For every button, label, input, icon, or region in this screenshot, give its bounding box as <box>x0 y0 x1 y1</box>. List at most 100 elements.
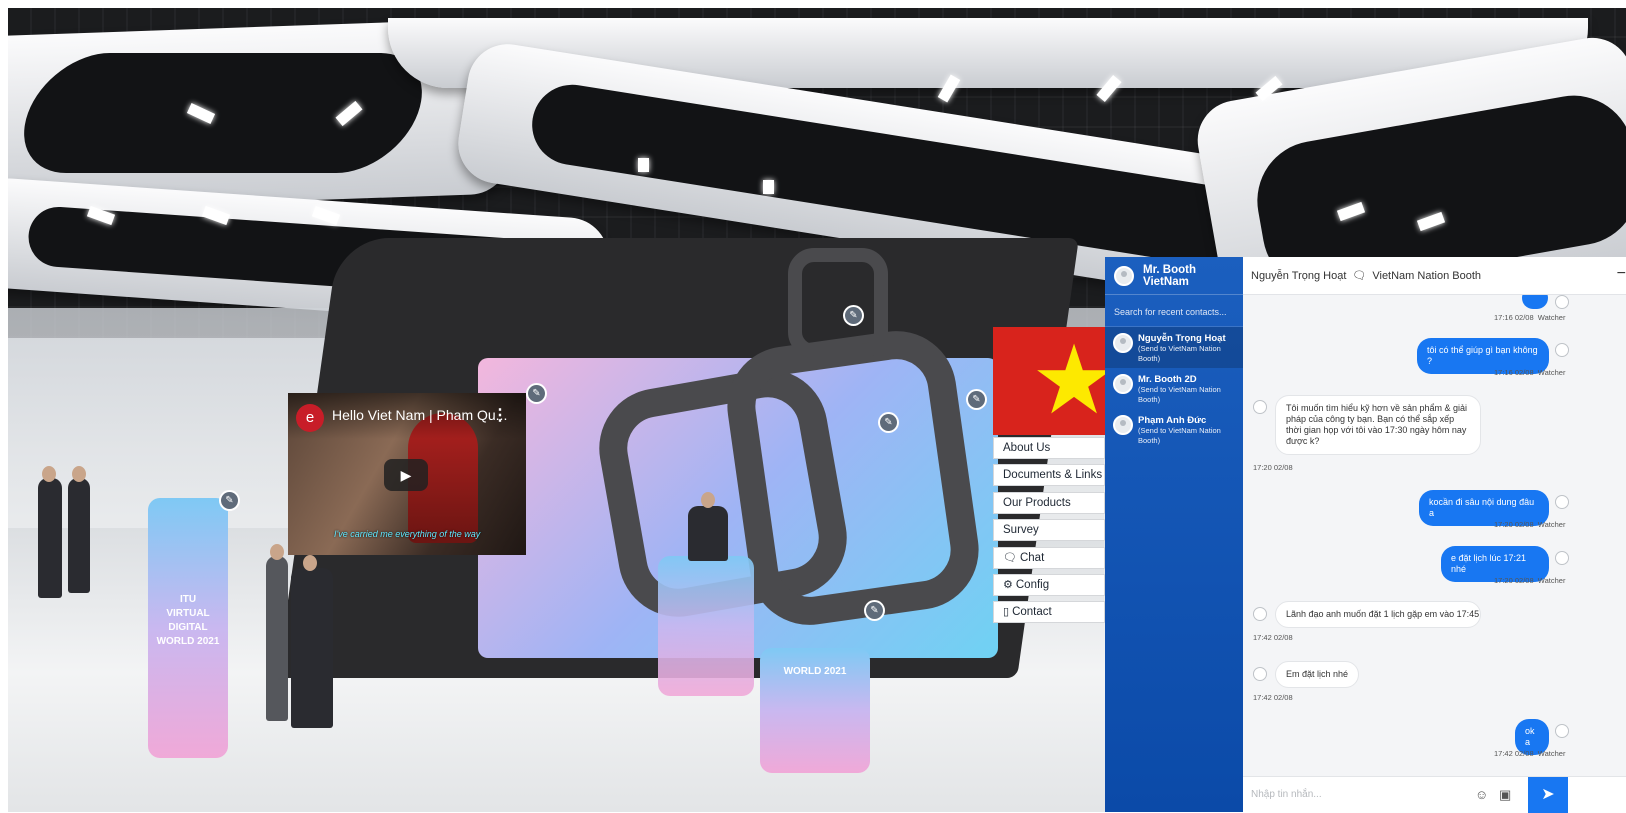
vietnam-flag: ★ <box>993 327 1113 435</box>
avatar <box>1114 265 1134 286</box>
contact-subtitle: (Send to VietNam Nation Booth) <box>1138 344 1221 363</box>
logo-frame <box>788 248 888 358</box>
edit-pencil-icon[interactable]: ✎ <box>221 492 238 509</box>
message-time-text: 17:16 02/08 <box>1494 368 1534 377</box>
documents-links-button[interactable]: Documents & Links <box>993 464 1105 487</box>
avatar <box>1253 667 1267 681</box>
star-icon: ★ <box>1031 327 1113 434</box>
send-icon: ➤ <box>1541 786 1555 803</box>
contact-label: Contact <box>1012 606 1052 619</box>
edit-pencil-icon[interactable]: ✎ <box>968 391 985 408</box>
chat-bubble-icon: 🗨 <box>1003 551 1017 564</box>
watchers-label: Watcher <box>1537 576 1566 585</box>
contact-subtitle: (Send to VietNam Nation Booth) <box>1138 385 1221 404</box>
chat-button[interactable]: 🗨 Chat <box>993 546 1105 569</box>
chat-conversation-panel: Nguyễn Trọng Hoạt 🗨 VietNam Nation Booth… <box>1243 257 1626 813</box>
visitor-figure <box>266 556 288 721</box>
avatar <box>1113 415 1133 435</box>
ceiling-light <box>638 158 649 172</box>
channel-logo[interactable]: e <box>296 404 324 432</box>
more-options-icon[interactable]: ⋮ <box>492 405 508 425</box>
play-button[interactable]: ▶ <box>384 459 428 491</box>
survey-button[interactable]: Survey <box>993 519 1105 542</box>
chat-bubble-icon: 🗨 <box>1352 270 1367 282</box>
contact-item[interactable]: Nguyễn Trọng Hoạt (Send to VietNam Natio… <box>1105 327 1243 368</box>
avatar <box>1253 607 1267 621</box>
watchers-label: Watcher <box>1537 520 1566 529</box>
our-products-button[interactable]: Our Products <box>993 491 1105 514</box>
message-time: 17:42 02/08 <box>1253 693 1293 702</box>
message-bubble: Tôi muốn tìm hiểu kỹ hơn về sản phẩm & g… <box>1275 395 1481 455</box>
watchers-label: Watcher <box>1537 313 1566 322</box>
chat-label: Chat <box>1019 551 1045 564</box>
watchers-label: Watcher <box>1537 368 1566 377</box>
youtube-video-player[interactable]: Hello Viet Nam | Pham Qu... e ⋮ ▶ I've c… <box>288 393 526 555</box>
logo-frame <box>719 323 987 633</box>
visitor-figure <box>38 478 62 598</box>
message-composer: Nhập tin nhắn... ☺ ▣ ➤ <box>1243 776 1626 813</box>
visitor-head <box>270 544 284 560</box>
contact-button[interactable]: ▯ Contact <box>993 601 1105 624</box>
contact-item[interactable]: Mr. Booth 2D (Send to VietNam Nation Boo… <box>1105 368 1243 409</box>
contact-card-icon: ▯ <box>1003 606 1010 619</box>
message-input[interactable]: Nhập tin nhắn... <box>1251 789 1322 800</box>
receptionist-head <box>701 492 715 508</box>
message-list[interactable]: 17:16 02/08 Watcher tôi có thể giúp gì b… <box>1243 295 1626 775</box>
edit-pencil-icon[interactable]: ✎ <box>528 385 545 402</box>
visitor-figure <box>291 568 333 728</box>
visitor-figure <box>68 478 90 593</box>
ceiling-light <box>763 180 774 194</box>
chat-contacts-panel: Mr. Booth VietNam Search for recent cont… <box>1105 257 1243 812</box>
avatar <box>1253 400 1267 414</box>
booth-menu: About Us Documents & Links Our Products … <box>993 437 1105 629</box>
message-bubble: Lãnh đạo anh muốn đặt 1 lịch gặp em vào … <box>1275 601 1481 628</box>
avatar <box>1113 333 1133 353</box>
message-bubble: Em đặt lịch nhé <box>1275 661 1360 688</box>
about-us-label: About Us <box>1003 442 1051 454</box>
video-subtitle: I've carried me everything of the way <box>334 529 481 539</box>
image-icon[interactable]: ▣ <box>1499 787 1511 803</box>
emoji-icon[interactable]: ☺ <box>1475 787 1488 802</box>
edit-pencil-icon[interactable]: ✎ <box>845 307 862 324</box>
edit-pencil-icon[interactable]: ✎ <box>880 414 897 431</box>
avatar <box>1555 551 1569 565</box>
contact-search-input[interactable]: Search for recent contacts... <box>1105 295 1243 327</box>
config-button[interactable]: ⚙ Config <box>993 573 1105 596</box>
message-time: 17:20 02/08 <box>1253 463 1293 472</box>
stand-left-text: ITU VIRTUAL DIGITAL WORLD 2021 <box>156 594 220 647</box>
message-time: 17:20 02/08 Watcher <box>1494 576 1565 585</box>
documents-links-label: Documents & Links <box>1003 469 1103 482</box>
message-time: 17:20 02/08 Watcher <box>1494 520 1565 529</box>
send-button[interactable]: ➤ <box>1528 777 1568 813</box>
avatar <box>1113 374 1133 394</box>
avatar <box>1555 295 1569 309</box>
minimize-icon[interactable]: − <box>1617 265 1626 283</box>
contact-subtitle: (Send to VietNam Nation Booth) <box>1138 426 1221 445</box>
contact-name: Phạm Anh Đức <box>1138 415 1207 426</box>
avatar <box>1555 495 1569 509</box>
account-header: Mr. Booth VietNam <box>1105 257 1243 295</box>
visitor-head <box>303 555 317 571</box>
message-time: 17:42 02/08 Watcher <box>1494 749 1565 758</box>
stand-center-text: WORLD 2021 <box>783 666 847 677</box>
contact-name: Mr. Booth 2D <box>1138 374 1197 385</box>
visitor-head <box>72 466 86 482</box>
message-time-text: 17:20 02/08 <box>1494 576 1534 585</box>
contact-item[interactable]: Phạm Anh Đức (Send to VietNam Nation Boo… <box>1105 409 1243 450</box>
visitor-head <box>42 466 56 482</box>
contact-name: Nguyễn Trọng Hoạt <box>1138 333 1226 344</box>
edit-pencil-icon[interactable]: ✎ <box>866 602 883 619</box>
about-us-button[interactable]: About Us <box>993 437 1105 459</box>
avatar <box>1555 343 1569 357</box>
message-time: 17:16 02/08 Watcher <box>1494 313 1565 322</box>
message-time: 17:42 02/08 <box>1253 633 1293 642</box>
reception-desk <box>658 556 754 696</box>
message-bubble <box>1522 295 1548 309</box>
our-products-label: Our Products <box>1003 496 1071 509</box>
conversation-booth: VietNam Nation Booth <box>1372 269 1481 282</box>
account-name: Mr. Booth VietNam <box>1143 263 1197 288</box>
conversation-user: Nguyễn Trọng Hoạt <box>1251 269 1347 282</box>
message-time-text: 17:42 02/08 <box>1494 749 1534 758</box>
ceiling-opening <box>8 53 440 173</box>
watchers-label: Watcher <box>1537 749 1566 758</box>
